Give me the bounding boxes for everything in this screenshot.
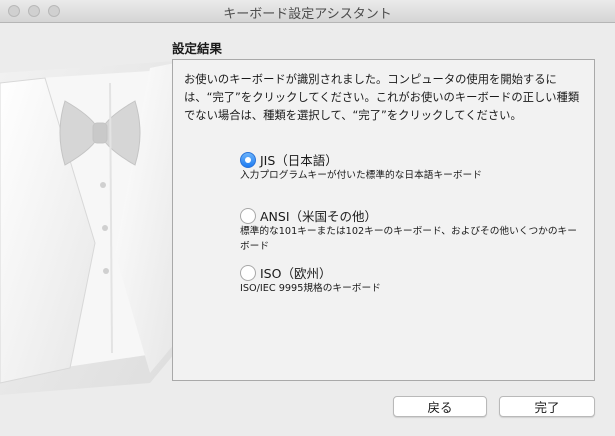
window-title: キーボード設定アシスタント <box>223 7 392 22</box>
done-button[interactable]: 完了 <box>499 396 595 417</box>
option-jis[interactable]: JIS（日本語） <box>240 150 338 169</box>
option-iso-label: ISO（欧州） <box>260 266 332 281</box>
option-iso[interactable]: ISO（欧州） <box>240 263 331 282</box>
tuxedo-illustration <box>0 23 200 436</box>
title-bar: キーボード設定アシスタント <box>0 0 615 23</box>
radio-iso[interactable] <box>240 264 256 281</box>
back-button[interactable]: 戻る <box>393 396 487 417</box>
section-heading: 設定結果 <box>172 41 223 56</box>
result-description: お使いのキーボードが識別されました。コンピュータの使用を開始するに は、“完了”… <box>184 73 580 122</box>
option-jis-description: 入力プログラムキーが付いた標準的な日本語キーボード <box>240 170 482 181</box>
keyboard-setup-window: キーボード設定アシスタント 設定結果 お使いのキーボードが識別されました。コンピ… <box>0 0 615 436</box>
option-ansi-description: 標準的な101キーまたは102キーのキーボード、およびその他いくつかのキーボード <box>240 226 577 252</box>
result-panel: お使いのキーボードが識別されました。コンピュータの使用を開始するに は、“完了”… <box>172 59 595 381</box>
option-iso-description: ISO/IEC 9995規格のキーボード <box>240 283 381 294</box>
radio-jis[interactable] <box>240 151 256 168</box>
option-jis-label: JIS（日本語） <box>260 153 338 168</box>
option-ansi[interactable]: ANSI（米国その他） <box>240 206 377 225</box>
option-ansi-label: ANSI（米国その他） <box>260 209 378 224</box>
radio-ansi[interactable] <box>240 207 256 224</box>
